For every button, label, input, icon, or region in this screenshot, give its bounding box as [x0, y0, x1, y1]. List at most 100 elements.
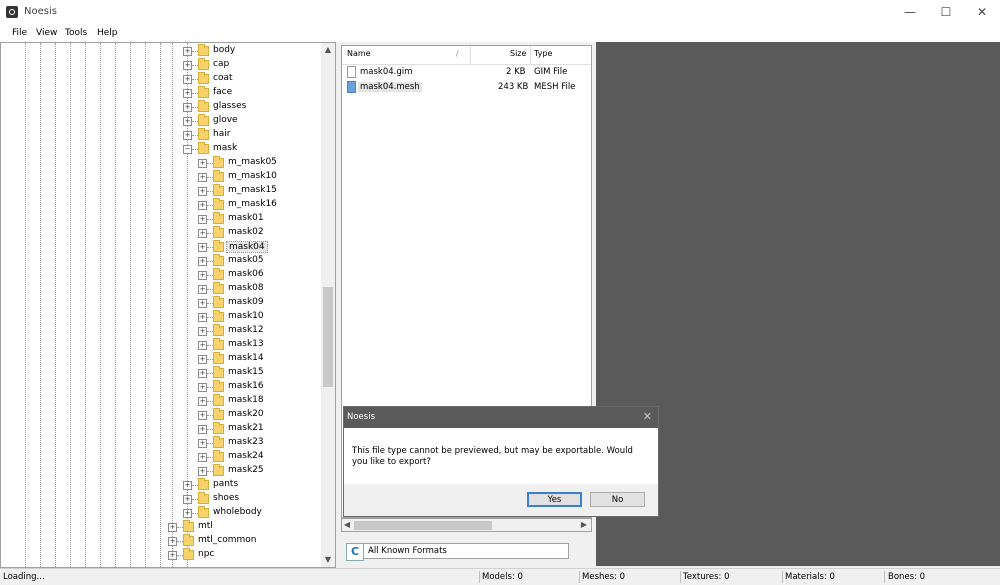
expand-icon[interactable]: +: [183, 117, 192, 126]
tree-item-mask12[interactable]: + mask12: [1, 324, 319, 339]
file-row-selected[interactable]: mask04.mesh 243 KB MESH File: [342, 81, 591, 95]
expand-icon[interactable]: +: [198, 397, 207, 406]
tree-item-mask13[interactable]: + mask13: [1, 338, 319, 353]
expand-icon[interactable]: +: [198, 467, 207, 476]
expand-icon[interactable]: +: [198, 271, 207, 280]
expand-icon[interactable]: +: [198, 383, 207, 392]
expand-icon[interactable]: +: [198, 159, 207, 168]
tree-item-npc[interactable]: + npc: [1, 548, 319, 563]
tree-item-mtl[interactable]: + mtl: [1, 520, 319, 535]
tree-item-mask18[interactable]: + mask18: [1, 394, 319, 409]
tree-item-wholebody[interactable]: + wholebody: [1, 506, 319, 521]
file-list-hscrollbar[interactable]: ◀ ▶: [341, 518, 592, 532]
scroll-left-icon[interactable]: ◀: [343, 520, 351, 529]
tree-item-m-mask16[interactable]: + m_mask16: [1, 198, 319, 213]
minimize-button[interactable]: —: [892, 0, 928, 26]
expand-icon[interactable]: +: [198, 439, 207, 448]
tree-item-mask08[interactable]: + mask08: [1, 282, 319, 297]
column-name[interactable]: Name: [347, 49, 371, 58]
expand-icon[interactable]: +: [198, 257, 207, 266]
no-button[interactable]: No: [590, 492, 645, 507]
tree-item-mask06[interactable]: + mask06: [1, 268, 319, 283]
expand-icon[interactable]: +: [168, 537, 177, 546]
close-button[interactable]: ✕: [964, 0, 1000, 26]
tree-item-mask25[interactable]: + mask25: [1, 464, 319, 479]
expand-icon[interactable]: +: [198, 243, 207, 252]
expand-icon[interactable]: +: [198, 299, 207, 308]
tree-item-mask24[interactable]: + mask24: [1, 450, 319, 465]
tree-item-mask04[interactable]: + mask04: [1, 240, 319, 255]
tree-item-cap[interactable]: + cap: [1, 58, 319, 73]
menu-view[interactable]: View: [36, 28, 57, 38]
tree-item-mask01[interactable]: + mask01: [1, 212, 319, 227]
scroll-down-icon[interactable]: ▼: [321, 555, 335, 564]
tree-item-hair[interactable]: + hair: [1, 128, 319, 143]
maximize-button[interactable]: ☐: [928, 0, 964, 26]
tree-item-mask20[interactable]: + mask20: [1, 408, 319, 423]
tree-scroll-thumb[interactable]: [323, 287, 333, 387]
tree-item-glove[interactable]: + glove: [1, 114, 319, 129]
tree-item-pants[interactable]: + pants: [1, 478, 319, 493]
tree-item-m-mask15[interactable]: + m_mask15: [1, 184, 319, 199]
expand-icon[interactable]: +: [183, 481, 192, 490]
tree-item-glasses[interactable]: + glasses: [1, 100, 319, 115]
format-filter-select[interactable]: All Known Formats ⌄: [363, 543, 569, 559]
tree-item-mask23[interactable]: + mask23: [1, 436, 319, 451]
tree-item-mtl-common[interactable]: + mtl_common: [1, 534, 319, 549]
expand-icon[interactable]: +: [198, 285, 207, 294]
expand-icon[interactable]: +: [183, 509, 192, 518]
expand-icon[interactable]: +: [198, 229, 207, 238]
collapse-icon[interactable]: −: [183, 145, 192, 154]
scroll-up-icon[interactable]: ▲: [321, 45, 335, 54]
expand-icon[interactable]: +: [168, 551, 177, 560]
tree-item-mask02[interactable]: + mask02: [1, 226, 319, 241]
expand-icon[interactable]: +: [183, 89, 192, 98]
expand-icon[interactable]: +: [183, 61, 192, 70]
tree-item-mask09[interactable]: + mask09: [1, 296, 319, 311]
tree-item-m-mask10[interactable]: + m_mask10: [1, 170, 319, 185]
expand-icon[interactable]: +: [198, 173, 207, 182]
folder-tree[interactable]: + body + cap + coat + face + glasses + glove + hair − m…: [0, 42, 336, 568]
tree-item-coat[interactable]: + coat: [1, 72, 319, 87]
refresh-icon[interactable]: C: [346, 543, 364, 561]
tree-scrollbar[interactable]: ▲ ▼: [321, 43, 335, 567]
tree-item-mask[interactable]: − mask: [1, 142, 319, 157]
hscroll-thumb[interactable]: [354, 521, 492, 530]
expand-icon[interactable]: +: [183, 75, 192, 84]
yes-button[interactable]: Yes: [527, 492, 582, 507]
menu-help[interactable]: Help: [97, 28, 118, 38]
expand-icon[interactable]: +: [183, 47, 192, 56]
menu-file[interactable]: File: [12, 28, 27, 38]
expand-icon[interactable]: +: [183, 103, 192, 112]
tree-item-mask05[interactable]: + mask05: [1, 254, 319, 269]
column-size[interactable]: Size: [510, 49, 526, 58]
tree-item-face[interactable]: + face: [1, 86, 319, 101]
dialog-close-icon[interactable]: ✕: [643, 410, 652, 423]
tree-item-shoes[interactable]: + shoes: [1, 492, 319, 507]
expand-icon[interactable]: +: [183, 495, 192, 504]
tree-item-mask14[interactable]: + mask14: [1, 352, 319, 367]
expand-icon[interactable]: +: [198, 327, 207, 336]
expand-icon[interactable]: +: [198, 201, 207, 210]
tree-item-m-mask05[interactable]: + m_mask05: [1, 156, 319, 171]
tree-item-mask10[interactable]: + mask10: [1, 310, 319, 325]
tree-item-mask21[interactable]: + mask21: [1, 422, 319, 437]
tree-item-mask15[interactable]: + mask15: [1, 366, 319, 381]
tree-item-mask16[interactable]: + mask16: [1, 380, 319, 395]
expand-icon[interactable]: +: [198, 187, 207, 196]
expand-icon[interactable]: +: [198, 313, 207, 322]
expand-icon[interactable]: +: [198, 215, 207, 224]
menu-tools[interactable]: Tools: [65, 28, 87, 38]
expand-icon[interactable]: +: [198, 341, 207, 350]
expand-icon[interactable]: +: [183, 131, 192, 140]
expand-icon[interactable]: +: [198, 369, 207, 378]
expand-icon[interactable]: +: [168, 523, 177, 532]
file-row[interactable]: mask04.gim 2 KB GIM File: [342, 66, 591, 80]
expand-icon[interactable]: +: [198, 425, 207, 434]
column-type[interactable]: Type: [534, 49, 552, 58]
expand-icon[interactable]: +: [198, 355, 207, 364]
tree-item-body[interactable]: + body: [1, 44, 319, 59]
expand-icon[interactable]: +: [198, 411, 207, 420]
scroll-right-icon[interactable]: ▶: [579, 520, 589, 529]
expand-icon[interactable]: +: [198, 453, 207, 462]
